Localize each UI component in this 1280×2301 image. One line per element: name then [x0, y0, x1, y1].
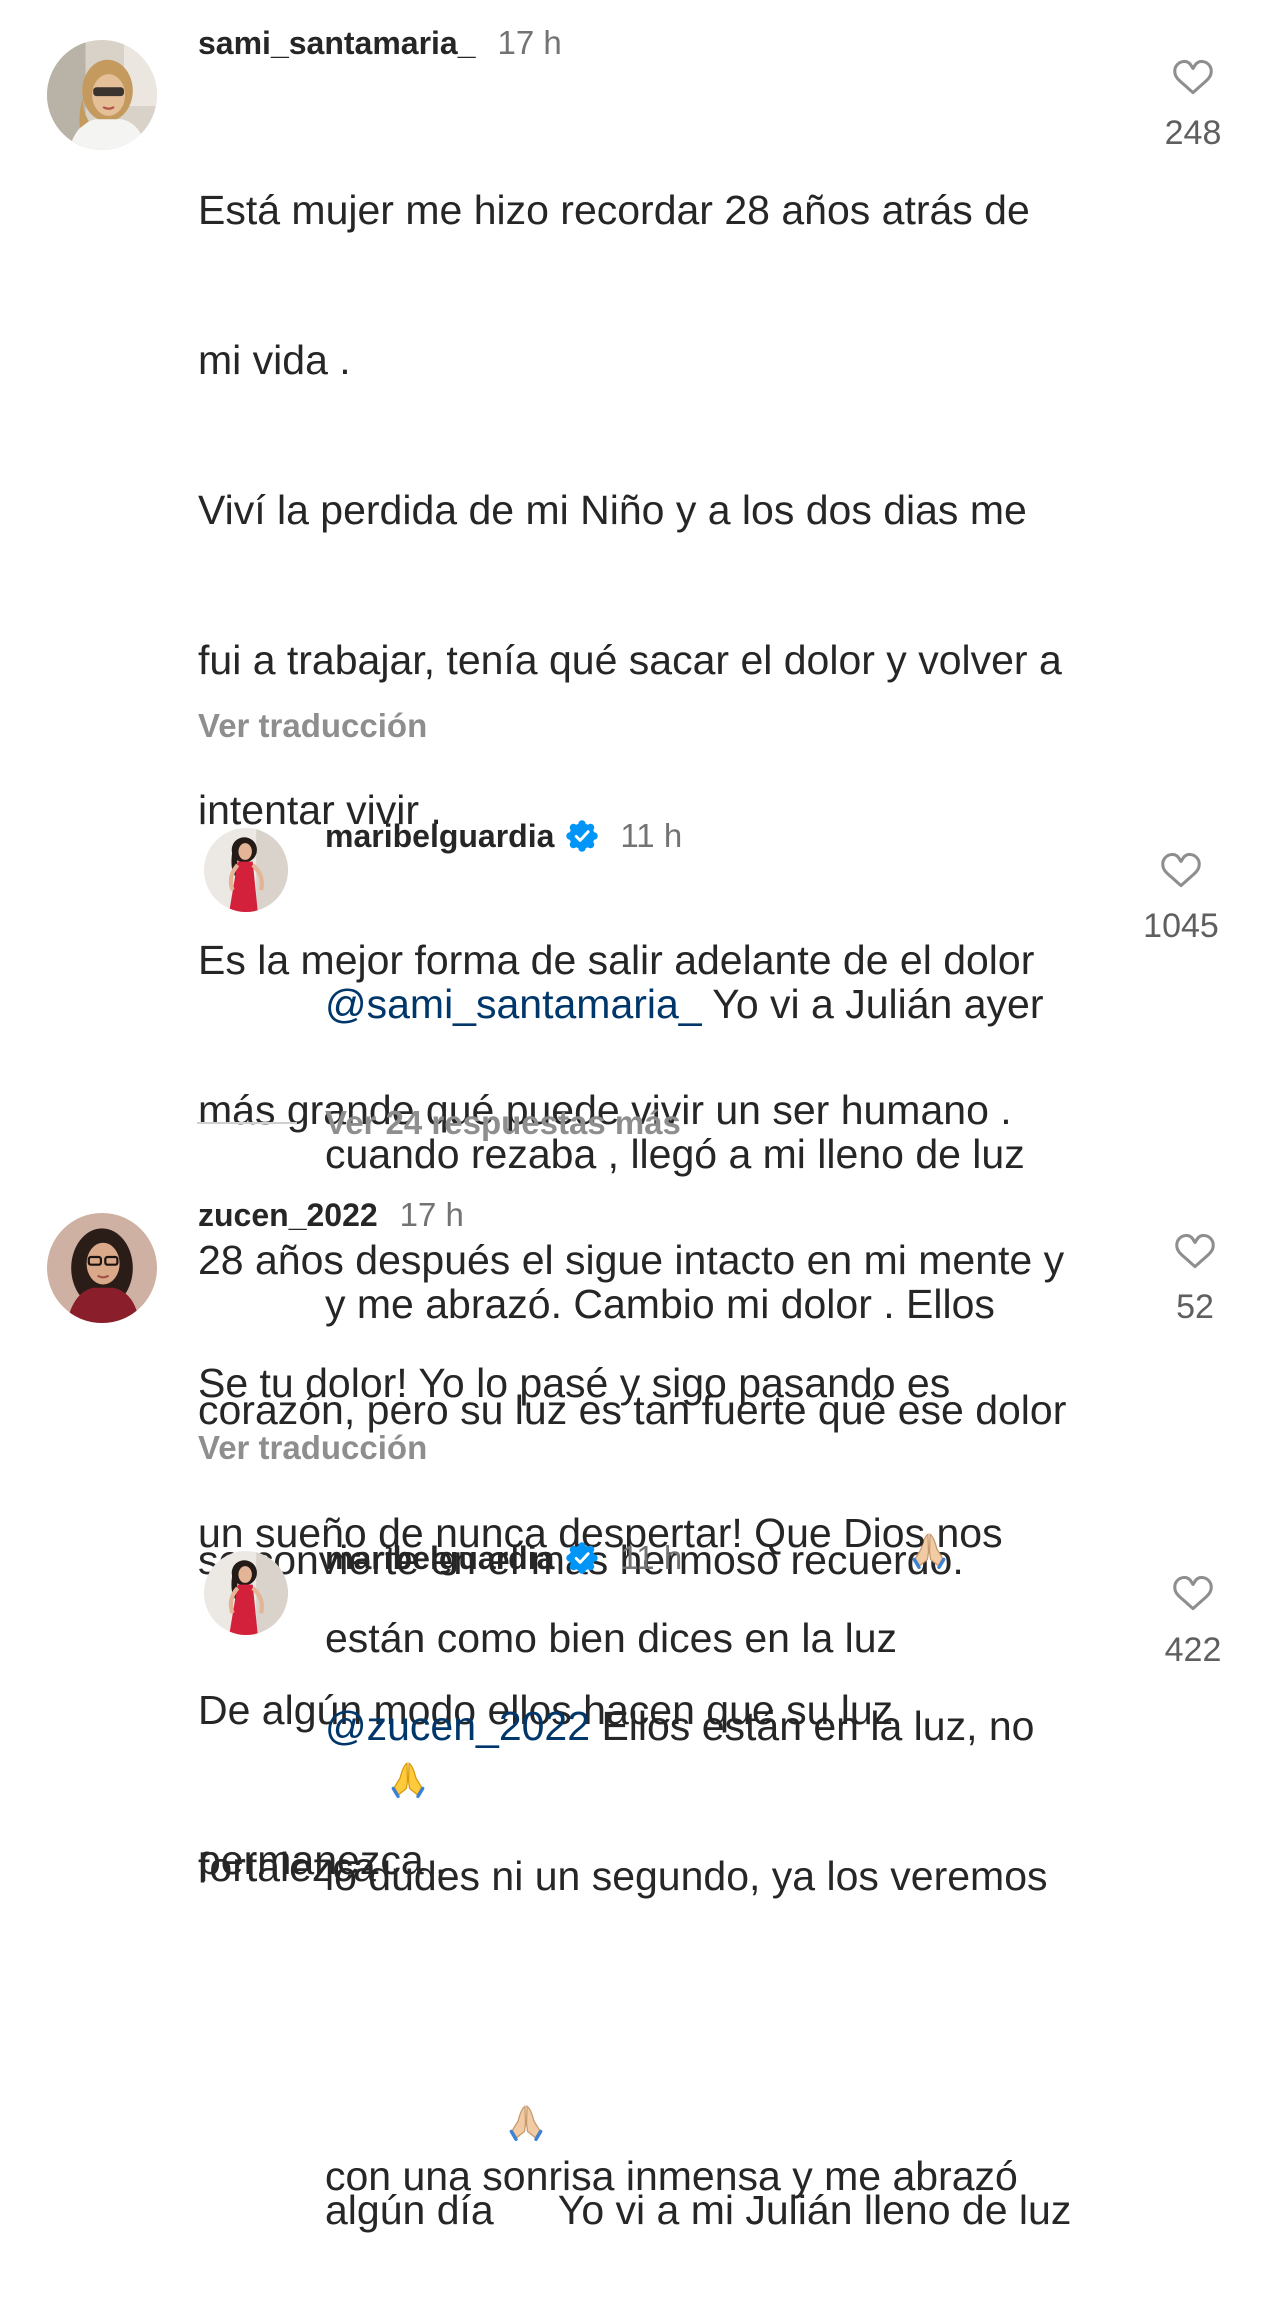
- avatar-photo: [47, 40, 157, 150]
- like-button[interactable]: [1158, 847, 1204, 893]
- comment-username[interactable]: zucen_2022: [198, 1195, 378, 1235]
- avatar[interactable]: [204, 828, 288, 912]
- replies-divider: [197, 1122, 297, 1124]
- reply-time: 11 h: [620, 1539, 683, 1576]
- see-translation-link[interactable]: Ver traducción: [198, 706, 427, 746]
- reply-line: lo dudes ni un segundo, ya los veremos: [325, 1853, 1048, 1899]
- reply-line: algún día Yo vi a mi Julián lleno de luz: [325, 2001, 1071, 2233]
- mention-link[interactable]: @sami_santamaria_: [325, 981, 702, 1027]
- comment-time: 17 h: [399, 1196, 464, 1233]
- comment-line: Se tu dolor! Yo lo pasé y sigo pasando e…: [198, 1360, 951, 1406]
- verified-badge-icon: [566, 820, 599, 852]
- avatar[interactable]: [47, 40, 157, 150]
- comment-header: zucen_2022 17 h: [198, 1195, 464, 1235]
- reply-line: @sami_santamaria_ Yo vi a Julián ayer: [325, 979, 1044, 1029]
- like-button[interactable]: [1170, 54, 1216, 100]
- reply-username[interactable]: maribelguardia: [325, 1538, 554, 1578]
- reply-username[interactable]: maribelguardia: [325, 816, 554, 856]
- reply-line-text: Yo vi a Julián ayer: [701, 981, 1044, 1027]
- heart-outline-icon: [1161, 852, 1201, 888]
- verified-badge-icon: [566, 1542, 599, 1574]
- comment-line: Viví la perdida de mi Niño y a los dos d…: [198, 487, 1027, 533]
- heart-outline-icon: [1175, 1233, 1215, 1269]
- like-count[interactable]: 422: [1133, 1630, 1253, 1670]
- like-button[interactable]: [1172, 1228, 1218, 1274]
- reply-header: maribelguardia 11 h: [325, 816, 682, 856]
- like-count[interactable]: 52: [1135, 1287, 1255, 1327]
- heart-outline-icon: [1173, 59, 1213, 95]
- comment-time: 17 h: [497, 24, 562, 61]
- reply-line: con una sonrisa inmensa y me abrazó: [325, 2153, 1018, 2199]
- reply-line: @zucen_2022 Ellos están en la luz, no: [325, 1701, 1071, 1751]
- reply-header: maribelguardia 11 h: [325, 1538, 682, 1578]
- avatar-photo: [47, 1213, 157, 1323]
- comment-header: sami_santamaria_ 17 h: [198, 23, 562, 63]
- view-more-replies-link[interactable]: Ver 24 respuestas más: [325, 1103, 681, 1143]
- avatar[interactable]: [204, 1551, 288, 1635]
- avatar[interactable]: [47, 1213, 157, 1323]
- like-button[interactable]: [1170, 1570, 1216, 1616]
- reply-line-text: Ellos están en la luz, no: [590, 1703, 1035, 1749]
- avatar-photo: [204, 1551, 288, 1635]
- comment-line: mi vida .: [198, 337, 351, 383]
- praying-hands-emoji-icon: [505, 2001, 547, 2142]
- avatar-photo: [204, 828, 288, 912]
- comment-line: fui a trabajar, tenía qué sacar el dolor…: [198, 637, 1062, 683]
- comment-username[interactable]: sami_santamaria_: [198, 23, 476, 63]
- reply-time: 11 h: [620, 817, 683, 854]
- mention-link[interactable]: @zucen_2022: [325, 1703, 590, 1749]
- like-count[interactable]: 1045: [1121, 906, 1241, 946]
- like-count[interactable]: 248: [1133, 113, 1253, 153]
- heart-outline-icon: [1173, 1575, 1213, 1611]
- comment-line: Está mujer me hizo recordar 28 años atrá…: [198, 187, 1030, 233]
- see-translation-link[interactable]: Ver traducción: [198, 1428, 427, 1468]
- reply-text: @zucen_2022 Ellos están en la luz, no lo…: [325, 1601, 1071, 2301]
